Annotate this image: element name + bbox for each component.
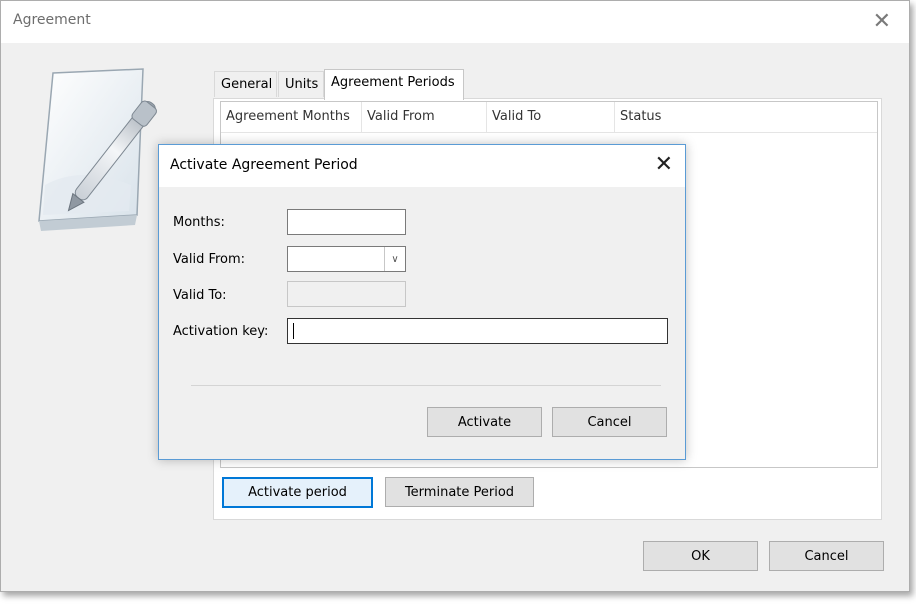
column-valid-to[interactable]: Valid To	[487, 102, 615, 132]
text-caret	[293, 323, 294, 339]
months-label: Months:	[173, 215, 225, 230]
activate-button[interactable]: Activate	[427, 407, 542, 437]
cancel-button[interactable]: Cancel	[769, 541, 884, 571]
ok-button[interactable]: OK	[643, 541, 758, 571]
valid-to-label: Valid To:	[173, 288, 227, 303]
column-valid-from[interactable]: Valid From	[362, 102, 487, 132]
dialog-title: Activate Agreement Period	[170, 157, 358, 173]
activation-key-input[interactable]	[287, 318, 668, 344]
chevron-down-icon[interactable]: ∨	[384, 247, 405, 271]
dialog-cancel-button[interactable]: Cancel	[552, 407, 667, 437]
terminate-period-button[interactable]: Terminate Period	[385, 477, 534, 507]
valid-to-input	[287, 281, 406, 307]
dialog-title-bar: Activate Agreement Period ✕	[159, 145, 685, 187]
dialog-close-icon[interactable]: ✕	[655, 152, 673, 177]
activate-agreement-period-dialog: Activate Agreement Period ✕ Months: Vali…	[158, 144, 686, 460]
title-bar: Agreement ✕	[1, 1, 909, 43]
activation-key-label: Activation key:	[173, 324, 269, 339]
window-title: Agreement	[13, 12, 91, 28]
months-input[interactable]	[287, 209, 406, 235]
activate-period-button[interactable]: Activate period	[222, 477, 373, 508]
valid-from-label: Valid From:	[173, 252, 246, 267]
window-close-icon[interactable]: ✕	[873, 9, 891, 34]
list-header: Agreement Months Valid From Valid To Sta…	[221, 102, 877, 133]
tab-agreement-periods[interactable]: Agreement Periods	[324, 69, 464, 100]
valid-from-combobox[interactable]: ∨	[287, 246, 406, 272]
dialog-separator	[191, 385, 661, 386]
column-agreement-months[interactable]: Agreement Months	[221, 102, 362, 132]
tab-general[interactable]: General	[214, 71, 277, 97]
column-status[interactable]: Status	[615, 102, 877, 132]
tab-units[interactable]: Units	[278, 71, 324, 97]
